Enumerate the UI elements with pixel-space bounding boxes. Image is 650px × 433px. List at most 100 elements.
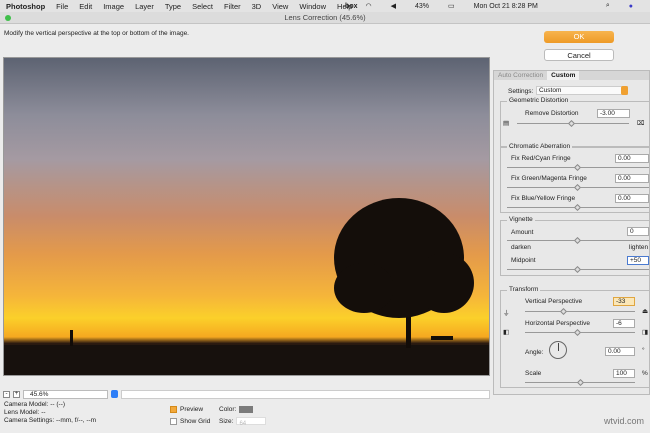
slider-knob[interactable] (576, 378, 585, 387)
blue-yellow-field[interactable]: 0.00 (615, 194, 649, 203)
barrel-icon: ⌧ (637, 120, 645, 127)
show-grid-checkbox[interactable]: Show Grid (170, 416, 210, 428)
title-bar: Lens Correction (45.6%) (0, 12, 650, 24)
vertical-perspective-label: Vertical Perspective (525, 298, 583, 305)
tab-custom[interactable]: Custom (547, 71, 580, 80)
battery-icon[interactable]: ▭ (448, 2, 455, 10)
midpoint-slider[interactable] (507, 265, 649, 274)
size-label: Size: (219, 418, 234, 425)
clock[interactable]: Mon Oct 21 8:28 PM (474, 3, 538, 10)
midpoint-field[interactable]: +50 (627, 256, 649, 265)
camera-settings: Camera Settings: --mm, f/--, --m (4, 417, 97, 424)
watermark: wtvid.com (603, 416, 644, 426)
slider-knob[interactable] (573, 163, 582, 172)
menu-filter[interactable]: Filter (224, 2, 241, 11)
remove-distortion-field[interactable]: -3.00 (597, 109, 630, 118)
angle-dial[interactable] (549, 341, 567, 359)
scale-field[interactable]: 100 (613, 369, 635, 378)
spotlight-icon[interactable]: ⌕ (606, 2, 610, 10)
amount-slider[interactable] (507, 236, 649, 245)
horizontal-perspective-icon-right: ◨ (642, 329, 649, 336)
scale-slider[interactable] (525, 378, 635, 387)
vignette-group: Vignette Amount 0 darken lighten Midpoin… (500, 216, 650, 276)
menu-view[interactable]: View (272, 2, 288, 11)
show-grid-label: Show Grid (180, 418, 211, 425)
menu-3d[interactable]: 3D (252, 2, 262, 11)
red-cyan-label: Fix Red/Cyan Fringe (511, 155, 571, 162)
zoom-bar: - + 45.6% (0, 389, 490, 399)
green-magenta-slider[interactable] (507, 183, 649, 192)
wifi-icon[interactable]: ◠ (366, 2, 372, 10)
angle-label: Angle: (525, 349, 544, 356)
grid-size-field[interactable]: 64 (236, 417, 267, 427)
slider-knob[interactable] (573, 236, 582, 245)
menu-layer[interactable]: Layer (135, 2, 154, 11)
group-title: Transform (507, 286, 541, 293)
image-preview[interactable] (3, 57, 490, 376)
settings-panel: Auto Correction Custom Settings: Custom … (493, 70, 650, 395)
camera-info: Camera Model: -- (--) Lens Model: -- Cam… (4, 401, 96, 425)
green-magenta-field[interactable]: 0.00 (615, 174, 649, 183)
slider-knob[interactable] (567, 119, 576, 128)
preview-checkbox[interactable]: Preview (170, 404, 210, 416)
blue-yellow-slider[interactable] (507, 203, 649, 212)
scale-label: Scale (525, 370, 542, 377)
red-cyan-slider[interactable] (507, 163, 649, 172)
scale-unit: % (642, 370, 648, 377)
slider-knob[interactable] (573, 183, 582, 192)
cancel-button[interactable]: Cancel (544, 49, 614, 61)
settings-value: Custom (539, 87, 562, 94)
siri-icon[interactable]: ● (629, 3, 633, 10)
menu-edit[interactable]: Edit (79, 2, 92, 11)
vertical-perspective-field[interactable]: -33 (613, 297, 635, 306)
green-magenta-label: Fix Green/Magenta Fringe (511, 175, 587, 182)
vertical-perspective-icon-right: ⏏ (642, 308, 649, 315)
camera-model: Camera Model: -- (--) (4, 401, 66, 408)
geometric-distortion-group: Geometric Distortion Remove Distortion -… (500, 97, 650, 147)
darken-label: darken (511, 244, 531, 251)
menu-image[interactable]: Image (103, 2, 124, 11)
amount-field[interactable]: 0 (627, 227, 649, 236)
volume-icon[interactable]: ◀ (391, 2, 396, 10)
remove-distortion-label: Remove Distortion (525, 110, 579, 117)
menu-type[interactable]: Type (165, 2, 181, 11)
zoom-field[interactable]: 45.6% (23, 389, 108, 399)
battery-percent: 43% (415, 2, 430, 10)
horizontal-perspective-icon: ◧ (503, 329, 510, 336)
horizontal-perspective-label: Horizontal Perspective (525, 320, 591, 327)
grid-color-swatch[interactable] (239, 405, 254, 413)
chevron-down-icon[interactable] (621, 86, 628, 95)
menu-select[interactable]: Select (192, 2, 213, 11)
menu-window[interactable]: Window (299, 2, 326, 11)
preview-label: Preview (180, 406, 204, 413)
red-cyan-field[interactable]: 0.00 (615, 154, 649, 163)
menu-app[interactable]: Photoshop (6, 2, 45, 11)
window-close-button[interactable] (5, 15, 11, 21)
pincushion-icon: ▤ (503, 120, 510, 127)
angle-unit: ° (642, 347, 645, 354)
slider-knob[interactable] (559, 307, 568, 316)
ok-button[interactable]: OK (544, 31, 614, 43)
slider-knob[interactable] (573, 203, 582, 212)
horizontal-perspective-slider[interactable] (525, 328, 635, 337)
menu-bar: Photoshop File Edit Image Layer Type Sel… (0, 0, 650, 12)
tree-silhouette (4, 198, 489, 375)
zoom-in-button[interactable]: + (13, 390, 20, 398)
chromatic-aberration-group: Chromatic Aberration Fix Red/Cyan Fringe… (500, 143, 650, 213)
remove-distortion-slider[interactable] (517, 119, 629, 128)
settings-dropdown[interactable]: Custom (536, 86, 628, 95)
slider-knob[interactable] (573, 265, 582, 274)
lens-model: Lens Model: -- (4, 409, 46, 416)
box-icon[interactable]: box (345, 3, 357, 10)
tab-auto-correction[interactable]: Auto Correction (494, 71, 547, 80)
settings-label: Settings: (508, 88, 534, 95)
zoom-out-button[interactable]: - (3, 390, 10, 398)
group-title: Chromatic Aberration (507, 143, 573, 150)
angle-field[interactable]: 0.00 (605, 347, 635, 356)
color-label: Color: (219, 406, 237, 413)
slider-knob[interactable] (573, 328, 582, 337)
horizontal-perspective-field[interactable]: -6 (613, 319, 635, 328)
zoom-dropdown[interactable] (111, 390, 118, 398)
menu-file[interactable]: File (56, 2, 68, 11)
vertical-perspective-slider[interactable] (525, 307, 635, 316)
